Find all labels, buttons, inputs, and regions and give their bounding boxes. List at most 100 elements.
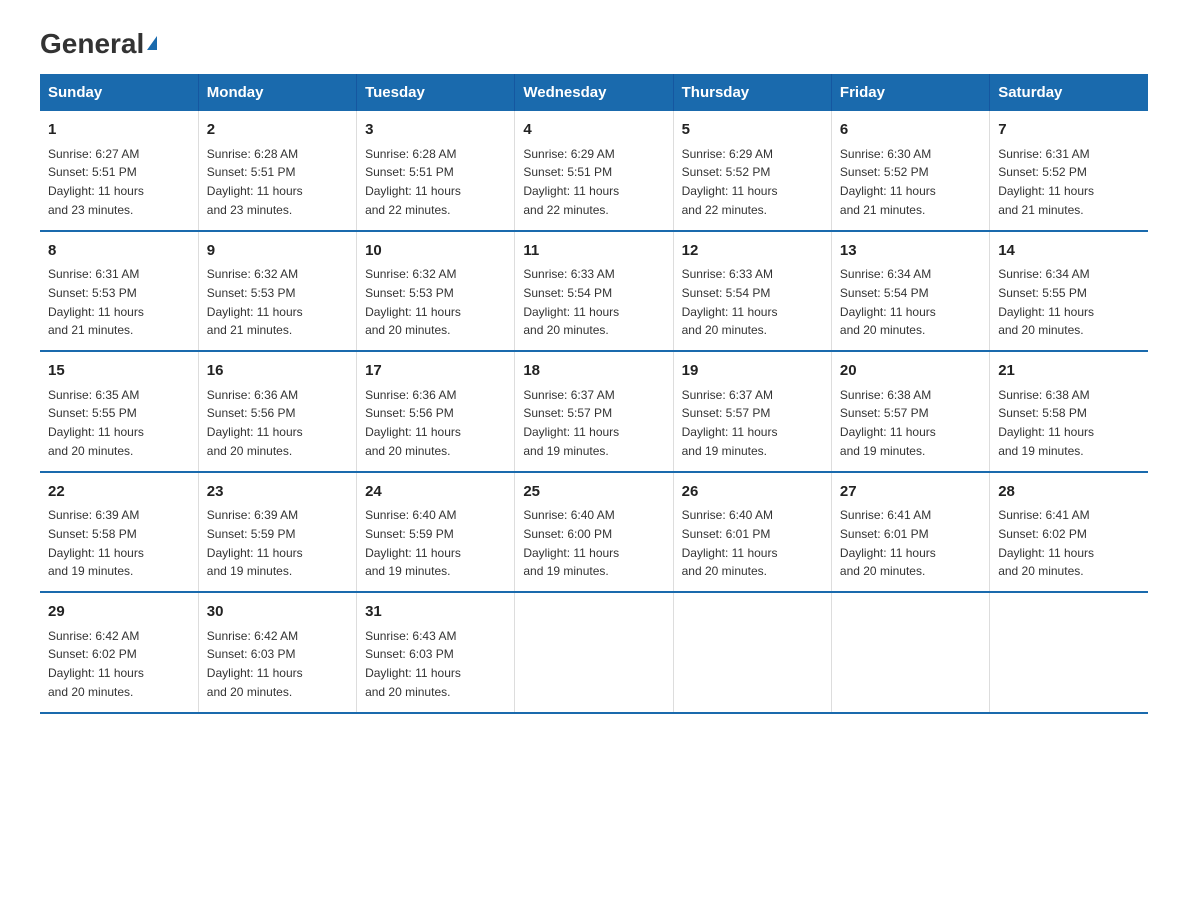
day-number: 26 [682,481,823,504]
day-number: 7 [998,119,1140,142]
day-number: 3 [365,119,506,142]
day-info: Sunrise: 6:38 AMSunset: 5:57 PMDaylight:… [840,388,936,458]
day-info: Sunrise: 6:29 AMSunset: 5:52 PMDaylight:… [682,147,778,217]
calendar-cell: 18 Sunrise: 6:37 AMSunset: 5:57 PMDaylig… [515,351,673,472]
calendar-cell: 9 Sunrise: 6:32 AMSunset: 5:53 PMDayligh… [198,231,356,352]
calendar-cell: 13 Sunrise: 6:34 AMSunset: 5:54 PMDaylig… [831,231,989,352]
calendar-header: SundayMondayTuesdayWednesdayThursdayFrid… [40,74,1148,111]
day-info: Sunrise: 6:43 AMSunset: 6:03 PMDaylight:… [365,629,461,699]
day-info: Sunrise: 6:31 AMSunset: 5:52 PMDaylight:… [998,147,1094,217]
calendar-cell: 22 Sunrise: 6:39 AMSunset: 5:58 PMDaylig… [40,472,198,593]
day-info: Sunrise: 6:28 AMSunset: 5:51 PMDaylight:… [365,147,461,217]
day-number: 17 [365,360,506,383]
day-info: Sunrise: 6:41 AMSunset: 6:02 PMDaylight:… [998,508,1094,578]
day-info: Sunrise: 6:35 AMSunset: 5:55 PMDaylight:… [48,388,144,458]
page-header: General [40,30,1148,54]
logo-triangle-icon [147,36,157,50]
calendar-cell: 7 Sunrise: 6:31 AMSunset: 5:52 PMDayligh… [990,111,1148,231]
day-number: 29 [48,601,190,624]
week-row-5: 29 Sunrise: 6:42 AMSunset: 6:02 PMDaylig… [40,592,1148,713]
day-info: Sunrise: 6:27 AMSunset: 5:51 PMDaylight:… [48,147,144,217]
calendar-cell: 23 Sunrise: 6:39 AMSunset: 5:59 PMDaylig… [198,472,356,593]
calendar-cell: 17 Sunrise: 6:36 AMSunset: 5:56 PMDaylig… [357,351,515,472]
day-number: 9 [207,240,348,263]
calendar-cell: 27 Sunrise: 6:41 AMSunset: 6:01 PMDaylig… [831,472,989,593]
calendar-cell: 20 Sunrise: 6:38 AMSunset: 5:57 PMDaylig… [831,351,989,472]
day-info: Sunrise: 6:32 AMSunset: 5:53 PMDaylight:… [207,267,303,337]
day-number: 11 [523,240,664,263]
calendar-cell: 30 Sunrise: 6:42 AMSunset: 6:03 PMDaylig… [198,592,356,713]
day-number: 16 [207,360,348,383]
calendar-cell: 31 Sunrise: 6:43 AMSunset: 6:03 PMDaylig… [357,592,515,713]
day-info: Sunrise: 6:36 AMSunset: 5:56 PMDaylight:… [207,388,303,458]
day-number: 23 [207,481,348,504]
day-info: Sunrise: 6:39 AMSunset: 5:59 PMDaylight:… [207,508,303,578]
calendar-body: 1 Sunrise: 6:27 AMSunset: 5:51 PMDayligh… [40,111,1148,713]
calendar-cell [515,592,673,713]
calendar-cell: 10 Sunrise: 6:32 AMSunset: 5:53 PMDaylig… [357,231,515,352]
day-number: 21 [998,360,1140,383]
day-number: 18 [523,360,664,383]
day-number: 27 [840,481,981,504]
weekday-header-saturday: Saturday [990,74,1148,111]
calendar-cell: 16 Sunrise: 6:36 AMSunset: 5:56 PMDaylig… [198,351,356,472]
day-number: 30 [207,601,348,624]
day-info: Sunrise: 6:33 AMSunset: 5:54 PMDaylight:… [523,267,619,337]
calendar-cell: 28 Sunrise: 6:41 AMSunset: 6:02 PMDaylig… [990,472,1148,593]
day-info: Sunrise: 6:31 AMSunset: 5:53 PMDaylight:… [48,267,144,337]
day-info: Sunrise: 6:38 AMSunset: 5:58 PMDaylight:… [998,388,1094,458]
day-number: 15 [48,360,190,383]
week-row-3: 15 Sunrise: 6:35 AMSunset: 5:55 PMDaylig… [40,351,1148,472]
day-number: 31 [365,601,506,624]
day-info: Sunrise: 6:37 AMSunset: 5:57 PMDaylight:… [682,388,778,458]
calendar-cell: 29 Sunrise: 6:42 AMSunset: 6:02 PMDaylig… [40,592,198,713]
day-number: 5 [682,119,823,142]
day-number: 2 [207,119,348,142]
day-info: Sunrise: 6:40 AMSunset: 6:01 PMDaylight:… [682,508,778,578]
calendar-cell: 2 Sunrise: 6:28 AMSunset: 5:51 PMDayligh… [198,111,356,231]
calendar-cell: 21 Sunrise: 6:38 AMSunset: 5:58 PMDaylig… [990,351,1148,472]
calendar-cell: 11 Sunrise: 6:33 AMSunset: 5:54 PMDaylig… [515,231,673,352]
weekday-header-tuesday: Tuesday [357,74,515,111]
day-info: Sunrise: 6:40 AMSunset: 5:59 PMDaylight:… [365,508,461,578]
day-number: 14 [998,240,1140,263]
day-info: Sunrise: 6:34 AMSunset: 5:55 PMDaylight:… [998,267,1094,337]
header-row: SundayMondayTuesdayWednesdayThursdayFrid… [40,74,1148,111]
day-info: Sunrise: 6:42 AMSunset: 6:03 PMDaylight:… [207,629,303,699]
calendar-cell [831,592,989,713]
calendar-cell [673,592,831,713]
calendar-cell: 15 Sunrise: 6:35 AMSunset: 5:55 PMDaylig… [40,351,198,472]
day-info: Sunrise: 6:29 AMSunset: 5:51 PMDaylight:… [523,147,619,217]
day-info: Sunrise: 6:33 AMSunset: 5:54 PMDaylight:… [682,267,778,337]
logo-text: General [40,30,157,58]
calendar-table: SundayMondayTuesdayWednesdayThursdayFrid… [40,74,1148,714]
calendar-cell: 8 Sunrise: 6:31 AMSunset: 5:53 PMDayligh… [40,231,198,352]
day-number: 1 [48,119,190,142]
day-info: Sunrise: 6:39 AMSunset: 5:58 PMDaylight:… [48,508,144,578]
day-number: 10 [365,240,506,263]
day-number: 12 [682,240,823,263]
day-number: 13 [840,240,981,263]
weekday-header-monday: Monday [198,74,356,111]
day-number: 22 [48,481,190,504]
week-row-1: 1 Sunrise: 6:27 AMSunset: 5:51 PMDayligh… [40,111,1148,231]
day-number: 25 [523,481,664,504]
day-info: Sunrise: 6:41 AMSunset: 6:01 PMDaylight:… [840,508,936,578]
day-info: Sunrise: 6:30 AMSunset: 5:52 PMDaylight:… [840,147,936,217]
calendar-cell: 24 Sunrise: 6:40 AMSunset: 5:59 PMDaylig… [357,472,515,593]
day-number: 4 [523,119,664,142]
day-info: Sunrise: 6:40 AMSunset: 6:00 PMDaylight:… [523,508,619,578]
day-info: Sunrise: 6:28 AMSunset: 5:51 PMDaylight:… [207,147,303,217]
week-row-2: 8 Sunrise: 6:31 AMSunset: 5:53 PMDayligh… [40,231,1148,352]
calendar-cell: 5 Sunrise: 6:29 AMSunset: 5:52 PMDayligh… [673,111,831,231]
day-number: 24 [365,481,506,504]
day-info: Sunrise: 6:34 AMSunset: 5:54 PMDaylight:… [840,267,936,337]
day-info: Sunrise: 6:37 AMSunset: 5:57 PMDaylight:… [523,388,619,458]
calendar-cell: 26 Sunrise: 6:40 AMSunset: 6:01 PMDaylig… [673,472,831,593]
day-info: Sunrise: 6:42 AMSunset: 6:02 PMDaylight:… [48,629,144,699]
week-row-4: 22 Sunrise: 6:39 AMSunset: 5:58 PMDaylig… [40,472,1148,593]
day-number: 8 [48,240,190,263]
logo: General [40,30,157,54]
calendar-cell: 25 Sunrise: 6:40 AMSunset: 6:00 PMDaylig… [515,472,673,593]
day-number: 19 [682,360,823,383]
